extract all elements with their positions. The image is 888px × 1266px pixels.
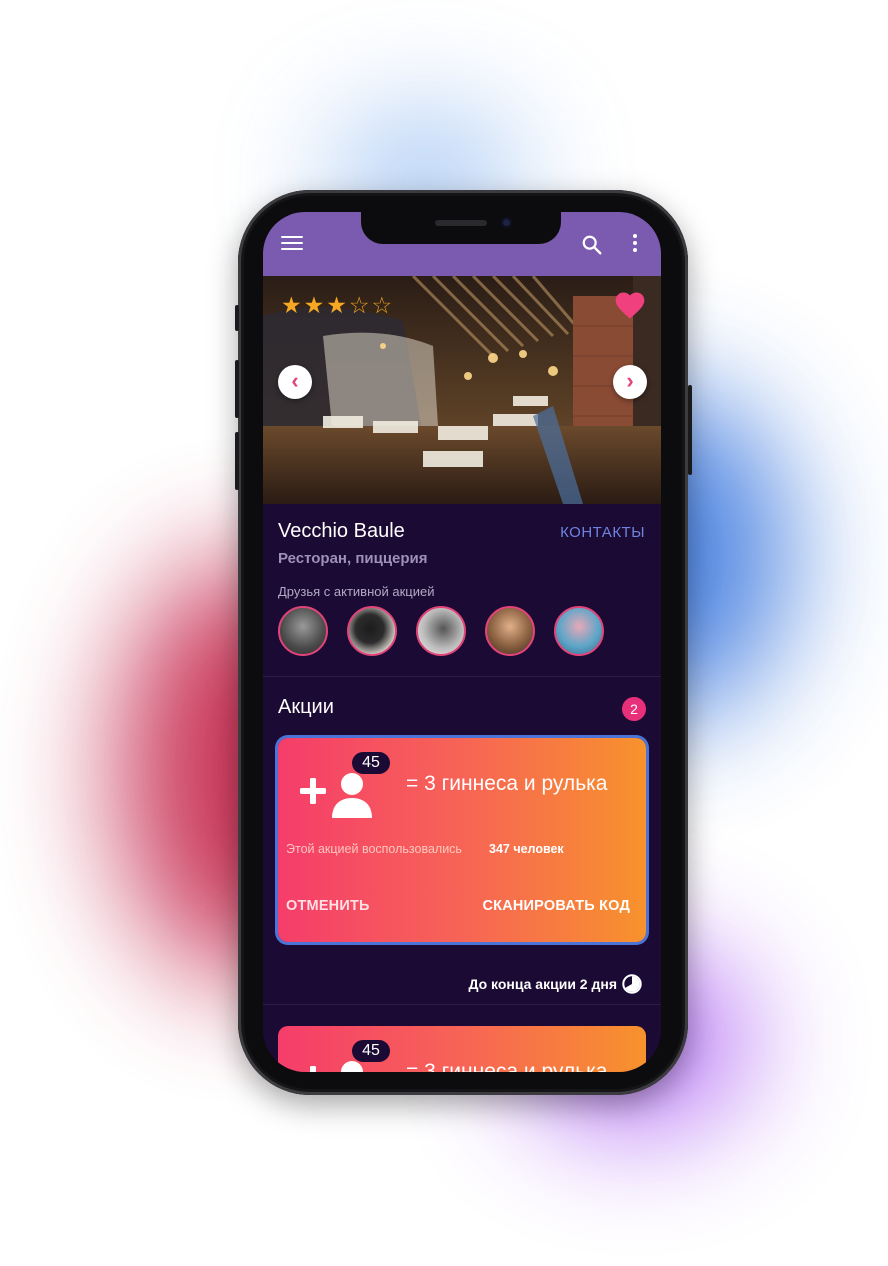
friend-avatar[interactable] <box>347 606 397 656</box>
promotions-count-badge: 2 <box>622 697 646 721</box>
rating-stars: ★★★☆☆ <box>281 292 394 319</box>
promotion-text: = 3 гиннеса и рулька <box>406 1060 608 1072</box>
more-vert-icon[interactable] <box>632 234 638 256</box>
speaker-grille <box>435 220 487 226</box>
friend-avatar[interactable] <box>485 606 535 656</box>
place-type: Ресторан, пиццерия <box>278 550 428 567</box>
power-button <box>688 385 692 475</box>
contacts-link[interactable]: КОНТАКТЫ <box>560 524 645 541</box>
next-photo-button[interactable]: › <box>613 365 647 399</box>
timer-icon <box>622 974 642 994</box>
promotions-title: Акции <box>278 696 334 718</box>
promotion-text: = 3 гиннеса и рулька <box>406 772 608 795</box>
mute-switch <box>235 305 239 331</box>
scan-code-button[interactable]: СКАНИРОВАТЬ КОД <box>482 898 630 914</box>
phone-screen: ★★★☆☆ ‹ › Vecchio Baule КОНТАКТЫ Рестора… <box>263 212 661 1072</box>
place-name: Vecchio Baule <box>278 520 405 542</box>
promotion-card[interactable]: 45 = 3 гиннеса и рулька Этой акцией восп… <box>278 738 646 942</box>
hamburger-menu-icon[interactable] <box>281 236 303 254</box>
promotion-used-label: Этой акцией воспользовались <box>286 842 462 856</box>
restaurant-photo[interactable]: ★★★☆☆ ‹ › <box>263 276 661 504</box>
section-divider <box>263 1004 661 1005</box>
previous-photo-button[interactable]: ‹ <box>278 365 312 399</box>
volume-up-button <box>235 360 239 418</box>
cancel-button[interactable]: ОТМЕНИТЬ <box>286 898 370 914</box>
front-camera <box>501 217 512 228</box>
friend-avatar[interactable] <box>416 606 466 656</box>
volume-down-button <box>235 432 239 490</box>
section-divider <box>263 676 661 677</box>
place-details: Vecchio Baule КОНТАКТЫ Ресторан, пиццери… <box>263 504 661 1072</box>
friend-avatar[interactable] <box>554 606 604 656</box>
rating-stars-empty: ☆☆ <box>348 292 395 318</box>
friends-label: Друзья с активной акцией <box>278 584 435 599</box>
promotion-user-count: 45 <box>352 752 390 774</box>
search-icon[interactable] <box>581 234 603 256</box>
phone-notch <box>361 212 561 244</box>
heart-icon[interactable] <box>613 290 647 320</box>
promotion-card[interactable]: 45 = 3 гиннеса и рулька <box>278 1026 646 1072</box>
promotion-deadline: До конца акции 2 дня <box>468 976 617 992</box>
promotion-used-count: 347 человек <box>489 842 564 856</box>
rating-stars-filled: ★★★ <box>281 292 349 318</box>
promotion-user-count: 45 <box>352 1040 390 1062</box>
friend-avatar[interactable] <box>278 606 328 656</box>
